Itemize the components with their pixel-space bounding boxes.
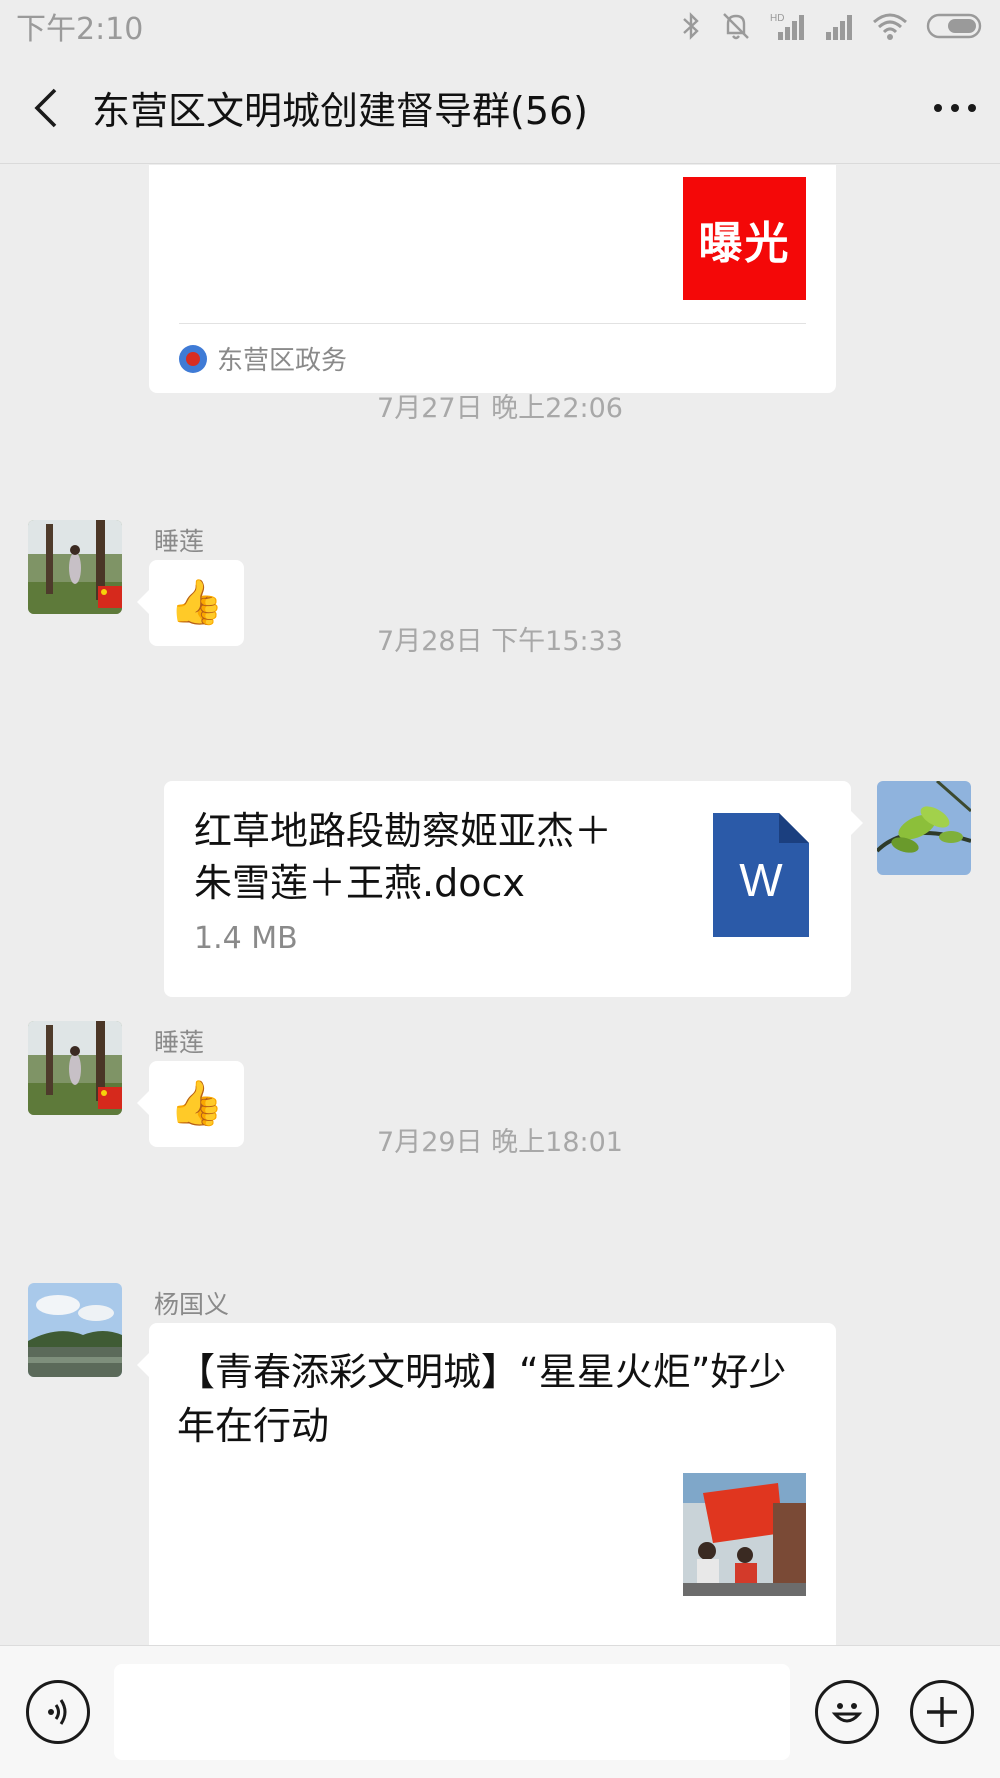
status-time: 下午2:10 <box>16 12 144 47</box>
bluetooth-icon <box>683 12 699 40</box>
back-button[interactable] <box>0 52 92 163</box>
source-logo-icon <box>179 344 207 373</box>
avatar-photo <box>28 1283 122 1377</box>
sender-name: 睡莲 <box>154 527 205 556</box>
chat-header: 东营区文明城创建督导群(56) <box>0 52 1000 164</box>
article-thumbnail: 曝光 <box>683 177 806 300</box>
chat-title: 东营区文明城创建督导群(56) <box>92 89 589 133</box>
article-source-name: 东营区政务 <box>217 346 348 376</box>
article-source: 东营区政务 <box>179 340 347 377</box>
mute-bell-icon <box>723 13 749 40</box>
timestamp: 7月29日 晚上18:01 <box>377 1127 623 1158</box>
article-thumbnail <box>683 1473 806 1596</box>
voice-button[interactable] <box>26 1680 90 1744</box>
word-icon-letter: W <box>739 854 783 906</box>
plus-icon <box>927 1697 957 1727</box>
status-icons: HD <box>680 10 984 42</box>
sender-name: 杨国义 <box>154 1290 230 1319</box>
plus-button[interactable] <box>910 1680 974 1744</box>
article-thumbnail-text: 曝光 <box>698 217 791 269</box>
avatar-photo <box>28 1021 122 1115</box>
input-bar <box>0 1645 1000 1778</box>
article-title: 【青春添彩文明城】“星星火炬”好少年在行动 <box>177 1350 787 1448</box>
more-button[interactable] <box>910 52 1000 163</box>
my-avatar[interactable] <box>877 781 971 875</box>
battery-icon <box>926 13 982 39</box>
message-list[interactable]: 曝光 东营区政务 7月27日 晚上22:06 睡莲 👍 7月28日 下午15:3… <box>0 165 1000 1645</box>
voice-icon <box>48 1699 67 1725</box>
signal-icon <box>826 15 852 40</box>
file-size: 1.4 MB <box>194 921 298 956</box>
timestamp: 7月27日 晚上22:06 <box>377 393 623 424</box>
back-arrow-icon <box>34 88 57 127</box>
timestamp: 7月28日 下午15:33 <box>377 626 623 657</box>
signal-hd-icon: HD <box>770 13 804 40</box>
emoji-icon <box>831 1703 863 1723</box>
avatar[interactable] <box>28 1283 122 1377</box>
status-bar: 下午2:10 HD <box>0 0 1000 52</box>
wifi-icon <box>873 13 907 40</box>
article-card[interactable]: 【青春添彩文明城】“星星火炬”好少年在行动 <box>137 1323 836 1645</box>
emoji-button[interactable] <box>815 1680 879 1744</box>
file-message[interactable]: 红草地路段勘察姬亚杰＋朱雪莲＋王燕.docx 1.4 MB W <box>164 781 863 997</box>
avatar[interactable] <box>28 520 122 614</box>
avatar-photo <box>28 520 122 614</box>
avatar-photo <box>877 781 971 875</box>
sender-name: 睡莲 <box>154 1028 205 1057</box>
svg-text:HD: HD <box>770 13 784 24</box>
more-icon <box>934 103 976 112</box>
message-input[interactable] <box>114 1664 790 1760</box>
divider <box>179 323 806 324</box>
avatar[interactable] <box>28 1021 122 1115</box>
file-name: 红草地路段勘察姬亚杰＋朱雪莲＋王燕.docx <box>194 809 613 905</box>
article-card[interactable]: 曝光 东营区政务 <box>149 165 836 393</box>
